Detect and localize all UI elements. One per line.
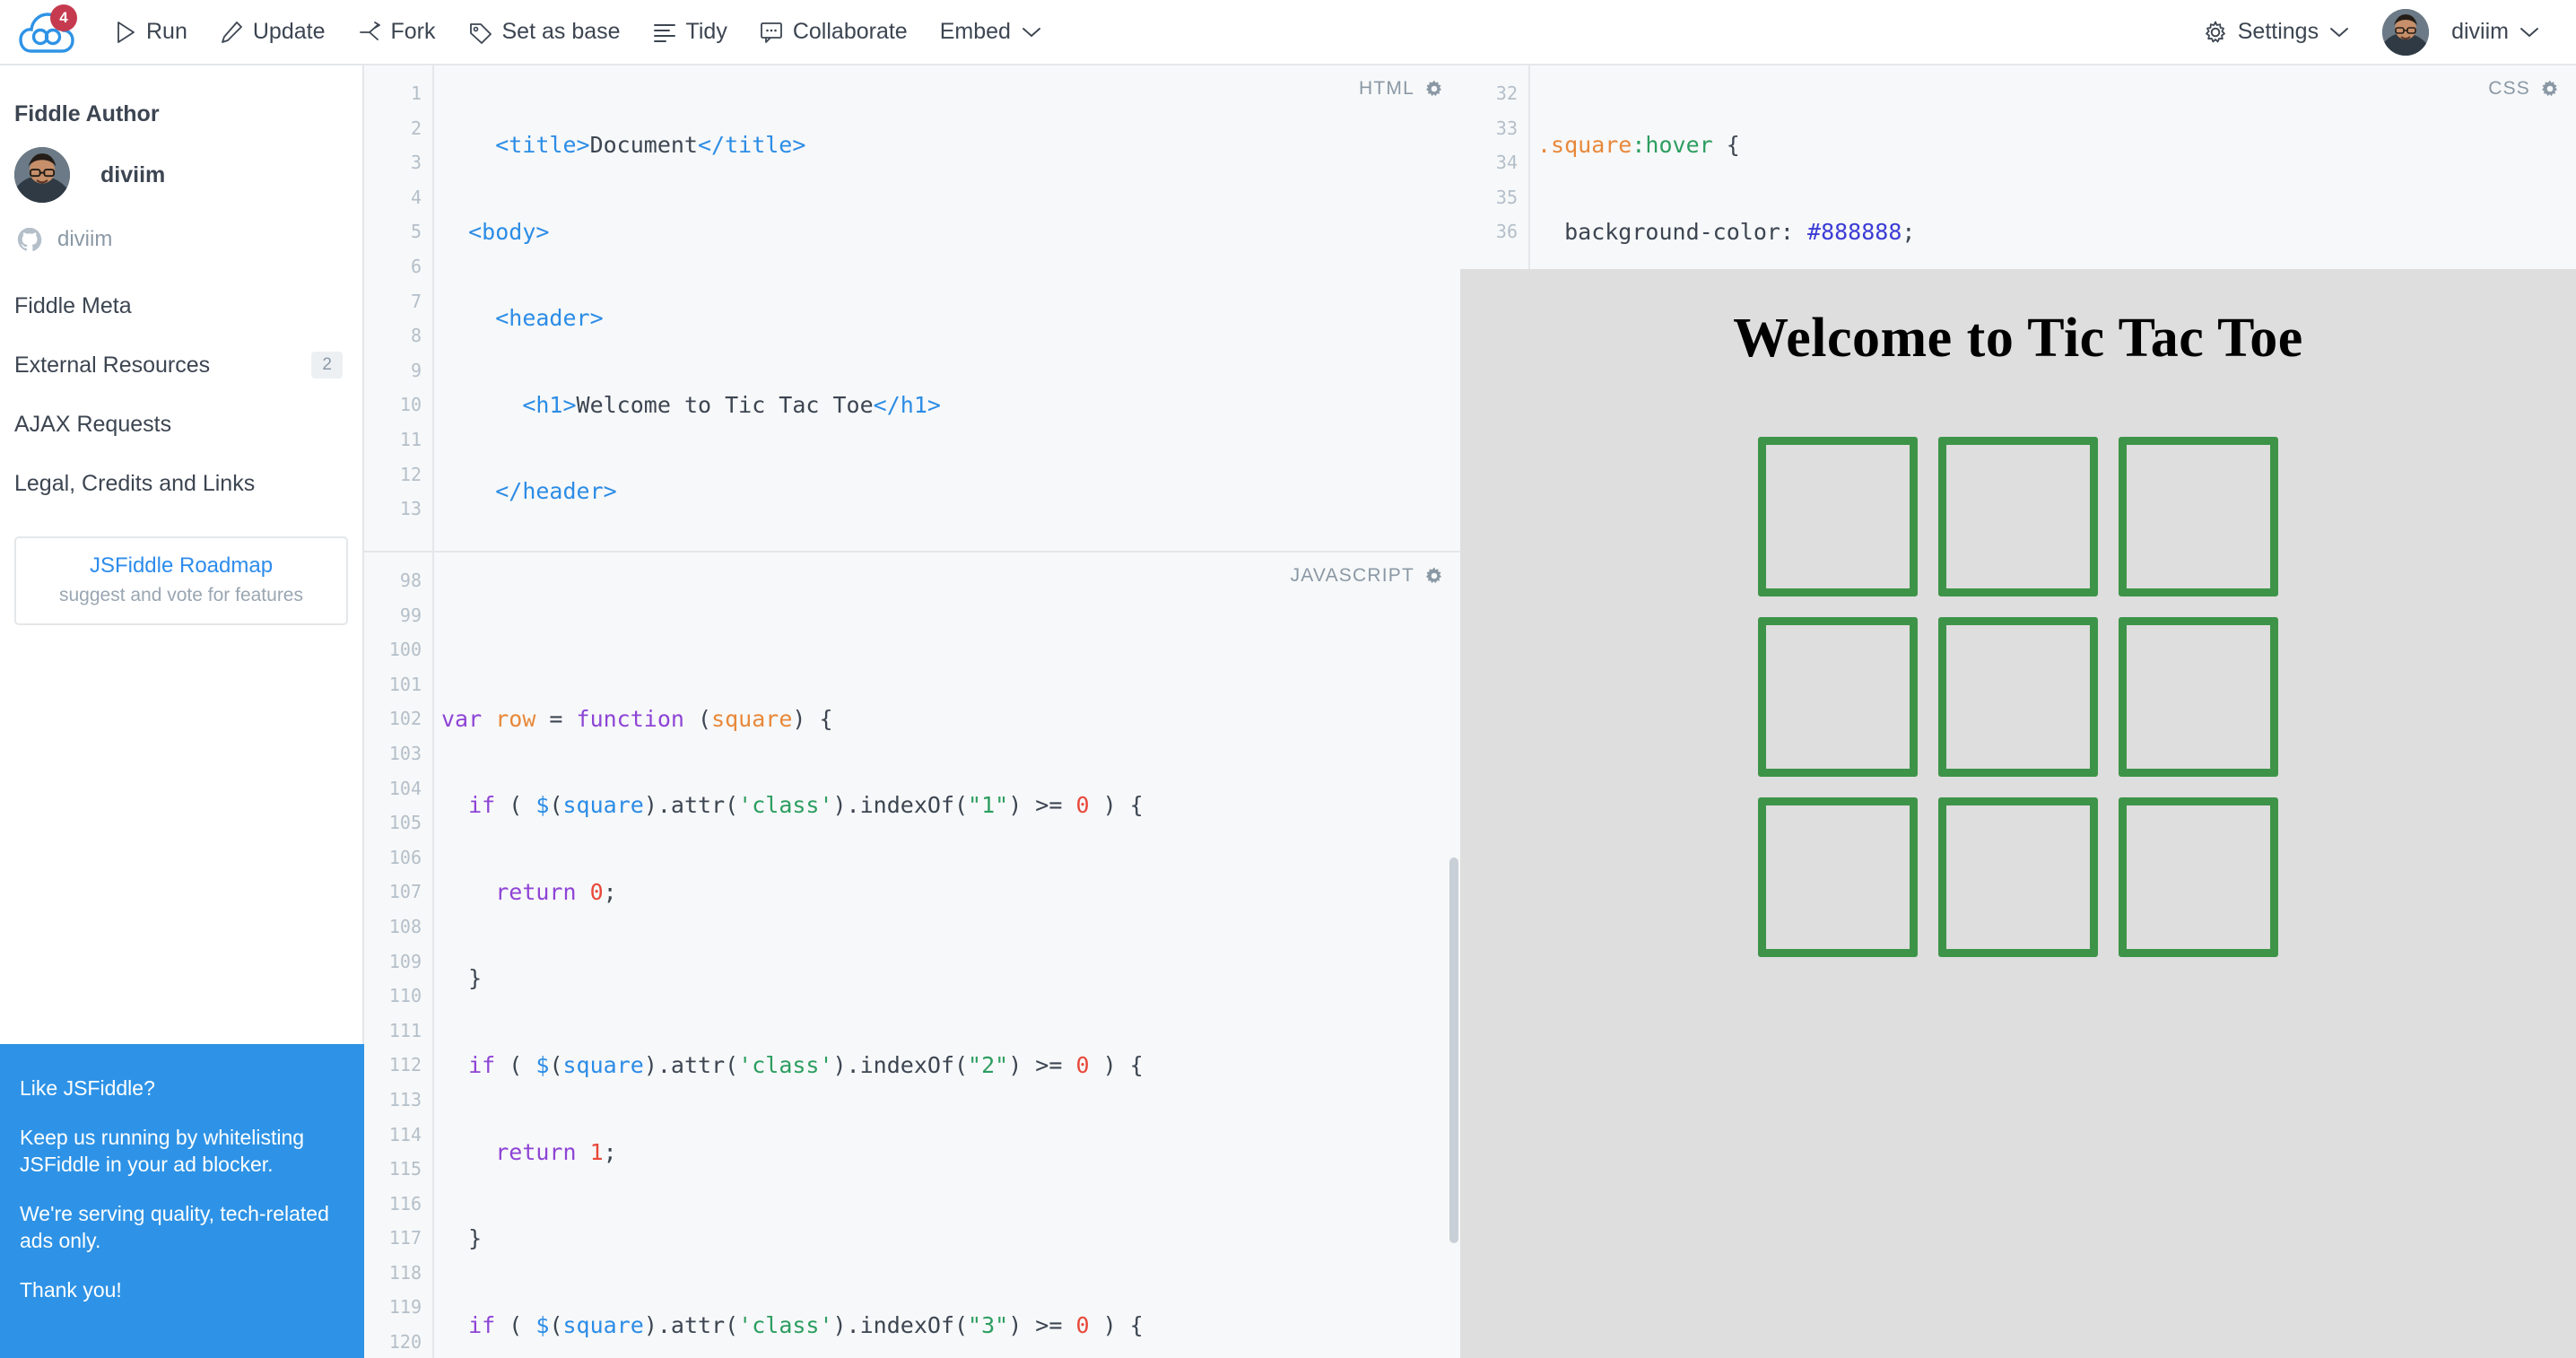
github-username: diviim: [57, 227, 112, 252]
square-top-right[interactable]: [2119, 437, 2278, 596]
adblock-notice: Like JSFiddle? Keep us running by whitel…: [0, 1044, 364, 1358]
set-as-base-label: Set as base: [502, 19, 621, 45]
board-row: [1758, 437, 2278, 596]
tidy-label: Tidy: [686, 19, 727, 45]
embed-button[interactable]: Embed: [924, 0, 1058, 65]
adblock-line-1: Like JSFiddle?: [20, 1075, 341, 1102]
sidebar-item-label: Fiddle Meta: [14, 293, 132, 319]
adblock-line-4: Thank you!: [20, 1276, 341, 1304]
sidebar-item-fiddle-meta[interactable]: Fiddle Meta: [0, 276, 362, 335]
sidebar-item-label: AJAX Requests: [14, 412, 171, 438]
fork-label: Fork: [391, 19, 436, 45]
gear-icon[interactable]: [1424, 566, 1444, 586]
settings-label: Settings: [2238, 19, 2319, 45]
gear-icon[interactable]: [2540, 79, 2560, 99]
sidebar-item-label: External Resources: [14, 353, 210, 379]
tidy-button[interactable]: Tidy: [637, 0, 744, 65]
gear-icon: [2203, 20, 2228, 45]
css-panel-label[interactable]: CSS: [2488, 78, 2560, 100]
set-as-base-button[interactable]: Set as base: [452, 0, 637, 65]
play-icon: [115, 21, 136, 44]
github-icon: [16, 226, 43, 253]
github-link[interactable]: diviim: [0, 203, 362, 253]
board-row: [1758, 617, 2278, 777]
square-mid-center[interactable]: [1938, 617, 2098, 777]
chevron-down-icon: [2328, 25, 2350, 39]
roadmap-link[interactable]: JSFiddle Roadmap: [25, 553, 337, 579]
user-menu[interactable]: diviim: [2366, 0, 2556, 65]
user-name-label: diviim: [2451, 19, 2509, 45]
css-editor-pane[interactable]: CSS 3233343536 .square:hover { backgroun…: [1460, 65, 2576, 269]
lines-icon: [653, 22, 676, 42]
js-line-numbers: 9899100101102103 104105106107108109 1101…: [364, 553, 434, 1358]
html-label-text: HTML: [1359, 78, 1414, 100]
chevron-down-icon: [1021, 25, 1042, 39]
update-label: Update: [253, 19, 326, 45]
update-button[interactable]: Update: [204, 0, 342, 65]
javascript-label-text: JAVASCRIPT: [1291, 565, 1414, 587]
external-resources-count: 2: [311, 352, 343, 379]
js-editor-scrollbar[interactable]: [1449, 553, 1458, 1358]
sidebar-title: Fiddle Author: [0, 65, 362, 127]
html-line-numbers: 123456 78910111213: [364, 65, 434, 527]
adblock-line-3: We're serving quality, tech-related ads …: [20, 1200, 341, 1255]
notification-badge[interactable]: 4: [50, 4, 77, 31]
tic-tac-toe-grid: [1460, 370, 2576, 957]
board-row: [1758, 797, 2278, 957]
html-code-content[interactable]: <title>Document</title> <body> <header> …: [441, 76, 1460, 553]
avatar: [2382, 9, 2429, 56]
embed-label: Embed: [940, 19, 1011, 45]
roadmap-subtitle: suggest and vote for features: [25, 585, 337, 606]
run-label: Run: [146, 19, 187, 45]
square-mid-right[interactable]: [2119, 617, 2278, 777]
gear-icon[interactable]: [1424, 79, 1444, 99]
html-editor-pane[interactable]: HTML 123456 78910111213 <title>Document<…: [364, 65, 1460, 553]
square-bottom-left[interactable]: [1758, 797, 1918, 957]
adblock-line-2: Keep us running by whitelisting JSFiddle…: [20, 1124, 341, 1179]
author-avatar: [14, 147, 70, 203]
css-label-text: CSS: [2488, 78, 2530, 100]
collaborate-button[interactable]: Collaborate: [744, 0, 924, 65]
roadmap-box[interactable]: JSFiddle Roadmap suggest and vote for fe…: [14, 536, 348, 625]
scrollbar-thumb[interactable]: [1449, 857, 1458, 1243]
chevron-down-icon: [2519, 25, 2540, 39]
top-toolbar: 4 Run Update Fork Set: [0, 0, 2576, 65]
chat-icon: [760, 22, 783, 43]
square-top-center[interactable]: [1938, 437, 2098, 596]
css-code-content[interactable]: .square:hover { background-color: #88888…: [1537, 76, 2576, 269]
css-line-numbers: 3233343536: [1460, 65, 1530, 249]
jsfiddle-logo[interactable]: 4: [0, 0, 93, 65]
preview-heading: Welcome to Tic Tac Toe: [1460, 269, 2576, 370]
square-bottom-center[interactable]: [1938, 797, 2098, 957]
sidebar-links: Fiddle Meta External Resources 2 AJAX Re…: [0, 276, 362, 513]
square-mid-left[interactable]: [1758, 617, 1918, 777]
tag-icon: [468, 21, 492, 44]
fork-button[interactable]: Fork: [342, 0, 452, 65]
sidebar-item-external-resources[interactable]: External Resources 2: [0, 335, 362, 395]
pencil-icon: [220, 21, 243, 44]
html-panel-label[interactable]: HTML: [1359, 78, 1444, 100]
result-preview-pane[interactable]: Welcome to Tic Tac Toe: [1460, 269, 2576, 1358]
fork-icon: [358, 21, 381, 44]
author-row[interactable]: diviim: [0, 127, 362, 203]
run-button[interactable]: Run: [99, 0, 204, 65]
js-code-content[interactable]: var row = function (square) { if ( $(squ…: [441, 563, 1460, 1358]
sidebar-item-legal-credits-links[interactable]: Legal, Credits and Links: [0, 454, 362, 513]
sidebar-item-ajax-requests[interactable]: AJAX Requests: [0, 395, 362, 454]
left-sidebar: Fiddle Author diviim diviim Fiddle Meta: [0, 65, 364, 1358]
sidebar-item-label: Legal, Credits and Links: [14, 471, 255, 497]
settings-button[interactable]: Settings: [2187, 0, 2366, 65]
square-top-left[interactable]: [1758, 437, 1918, 596]
javascript-panel-label[interactable]: JAVASCRIPT: [1291, 565, 1444, 587]
collaborate-label: Collaborate: [793, 19, 908, 45]
javascript-editor-pane[interactable]: JAVASCRIPT 9899100101102103 104105106107…: [364, 553, 1460, 1358]
author-name: diviim: [100, 162, 165, 188]
square-bottom-right[interactable]: [2119, 797, 2278, 957]
